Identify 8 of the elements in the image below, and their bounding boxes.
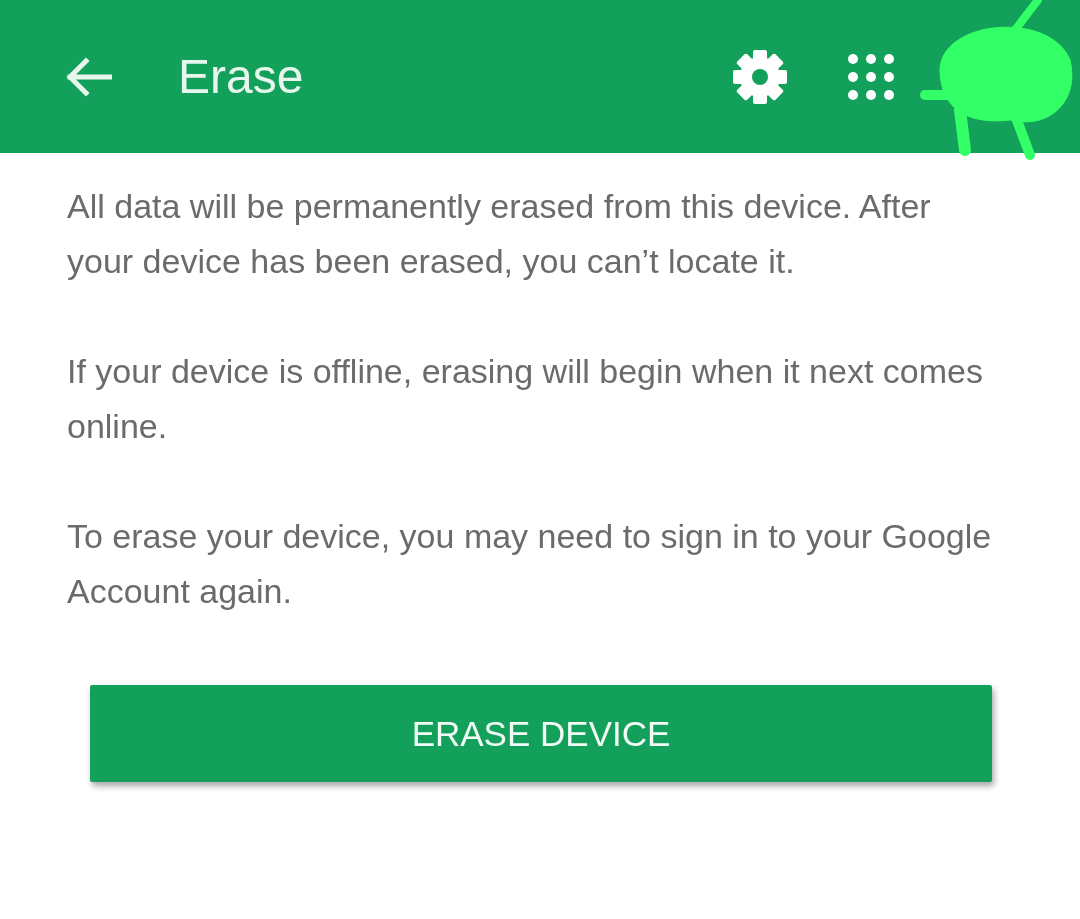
settings-icon[interactable] <box>732 48 788 105</box>
erase-device-button[interactable]: ERASE DEVICE <box>90 685 992 782</box>
back-arrow-icon[interactable] <box>64 56 112 97</box>
screen-title: Erase <box>178 49 304 104</box>
paragraph: To erase your device, you may need to sign in to your Google Account again. <box>67 516 993 612</box>
apps-grid-icon[interactable] <box>848 53 894 100</box>
paragraph: All data will be permanently erased from this device. After your device has been erased, you can’t locate it. <box>67 186 932 282</box>
paragraph: If your device is offline, erasing will begin when it next comes online. <box>67 351 984 447</box>
